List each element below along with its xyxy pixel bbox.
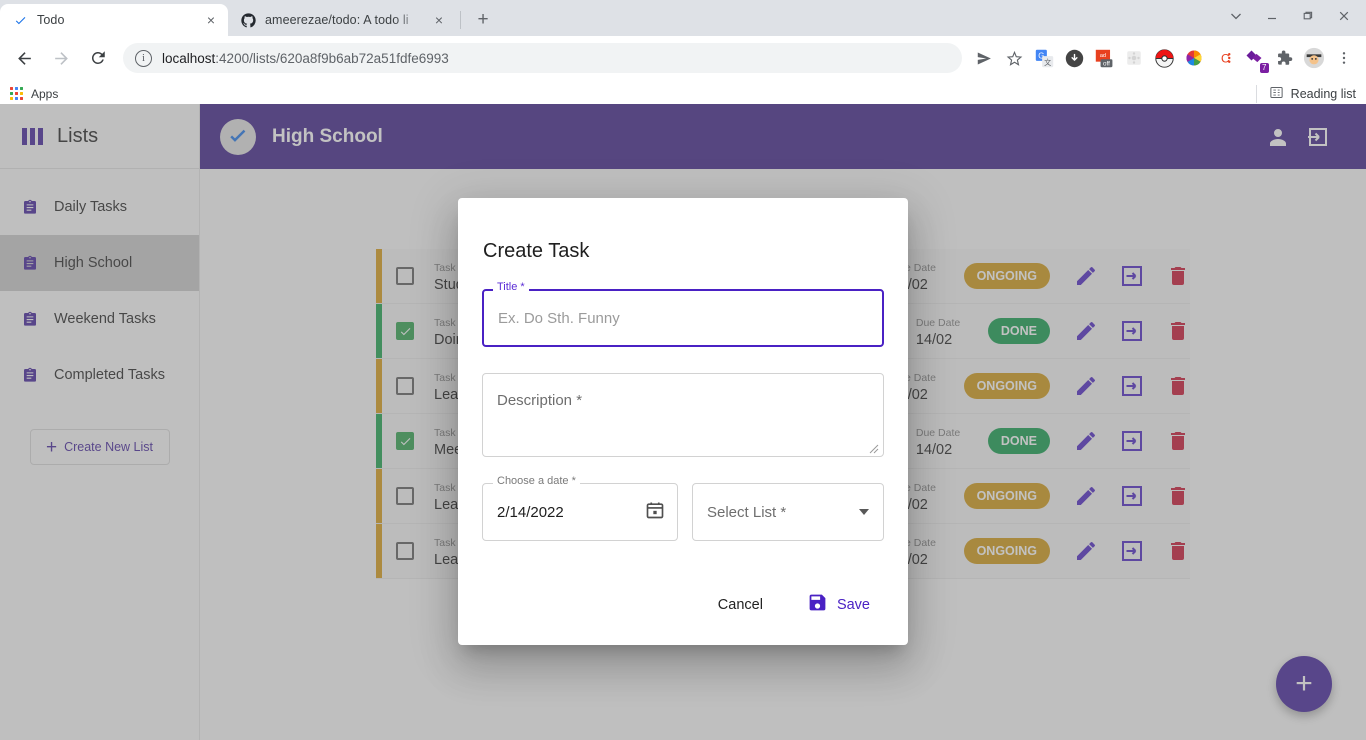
minimize-button[interactable] [1254, 0, 1290, 32]
close-window-button[interactable] [1326, 0, 1362, 32]
save-button[interactable]: Save [793, 584, 884, 625]
svg-text:文: 文 [1044, 57, 1051, 66]
reload-button[interactable] [82, 42, 114, 74]
window-controls [1218, 0, 1366, 36]
floppy-save-icon [807, 592, 828, 617]
google-translate-icon[interactable]: G文 [1030, 44, 1058, 72]
browser-toolbar: i localhost:4200/lists/620a8f9b6ab72a51f… [0, 36, 1366, 80]
description-field-wrapper: Description * [482, 373, 884, 457]
date-and-list-row: 2/14/2022 Choose a date * Select List * [482, 476, 884, 541]
tab-divider [460, 11, 461, 29]
svg-text:ad: ad [1099, 52, 1105, 58]
date-input-outline[interactable]: 2/14/2022 [482, 483, 678, 541]
extensions-puzzle-icon[interactable] [1270, 44, 1298, 72]
description-textarea[interactable]: Description * [483, 374, 883, 456]
close-icon[interactable]: × [202, 11, 220, 29]
color-wheel-icon[interactable] [1180, 44, 1208, 72]
pokeball-icon[interactable] [1150, 44, 1178, 72]
apps-grid-icon [10, 87, 23, 100]
description-placeholder: Description * [497, 392, 583, 409]
reading-list-button[interactable]: Reading list [1255, 84, 1356, 103]
address-bar[interactable]: i localhost:4200/lists/620a8f9b6ab72a51f… [123, 43, 962, 73]
badge-count: 7 [1259, 63, 1269, 73]
chevron-down-icon[interactable] [859, 509, 869, 515]
save-label: Save [836, 596, 870, 613]
adblock-off-icon[interactable]: ad off [1090, 44, 1118, 72]
forward-button [45, 42, 77, 74]
title-field-wrapper: Ex. Do Sth. Funny Title * [482, 282, 884, 347]
reading-list-label: Reading list [1290, 86, 1356, 101]
maximize-button[interactable] [1290, 0, 1326, 32]
select-list-dropdown[interactable]: Select List * [693, 484, 883, 540]
tab-title: ameerezae/todo: A todo li [265, 13, 409, 27]
check-favicon [12, 12, 28, 28]
pocket-icon[interactable] [1060, 44, 1088, 72]
title-input[interactable]: Ex. Do Sth. Funny [484, 291, 882, 345]
dialog-heading: Create Task [483, 240, 590, 262]
apps-label: Apps [31, 86, 59, 101]
close-icon[interactable]: × [430, 11, 448, 29]
browser-window: Todo × ameerezae/todo: A todo li × + i l… [0, 0, 1366, 740]
github-favicon [240, 12, 256, 28]
tab-strip: Todo × ameerezae/todo: A todo li × + [0, 0, 1366, 36]
purple-badge-icon[interactable]: 7 [1240, 44, 1269, 73]
chrome-menu-icon[interactable] [1330, 44, 1358, 72]
puzzle-grey-icon[interactable] [1120, 44, 1148, 72]
clickup-icon[interactable]: C [1210, 44, 1238, 72]
url-path: :4200/lists/620a8f9b6ab72a51fdfe6993 [215, 50, 449, 66]
star-icon[interactable] [1000, 44, 1028, 72]
title-field-label: Title * [493, 282, 529, 293]
svg-text:off: off [1103, 60, 1110, 67]
url-text: localhost:4200/lists/620a8f9b6ab72a51fdf… [162, 51, 449, 66]
send-icon[interactable] [970, 44, 998, 72]
select-list-outline[interactable]: Select List * [692, 483, 884, 541]
profile-avatar-icon[interactable] [1300, 44, 1328, 72]
calendar-icon[interactable] [645, 500, 665, 525]
date-field-wrapper: 2/14/2022 Choose a date * [482, 476, 678, 541]
url-host: localhost [162, 50, 216, 66]
description-textarea-outline[interactable]: Description * [482, 373, 884, 457]
select-list-wrapper: Select List * [692, 483, 884, 541]
dialog-actions: Cancel Save [704, 584, 884, 625]
reading-list-icon [1269, 85, 1284, 103]
back-button[interactable] [8, 42, 40, 74]
create-task-dialog: Create Task Ex. Do Sth. Funny Title * De… [458, 198, 908, 645]
date-value: 2/14/2022 [497, 503, 564, 521]
title-input-outline[interactable]: Ex. Do Sth. Funny [482, 289, 884, 347]
new-tab-button[interactable]: + [469, 6, 497, 34]
tab-search-chevron-icon[interactable] [1218, 0, 1254, 32]
site-info-icon[interactable]: i [135, 49, 152, 67]
date-input[interactable]: 2/14/2022 [483, 484, 677, 540]
browser-tab-todo[interactable]: Todo × [0, 4, 228, 36]
browser-tab-github[interactable]: ameerezae/todo: A todo li × [228, 4, 456, 36]
cancel-button[interactable]: Cancel [704, 589, 777, 621]
apps-shortcut[interactable]: Apps [10, 87, 58, 101]
resize-grip-icon[interactable] [868, 441, 879, 454]
date-field-label: Choose a date * [493, 476, 580, 487]
tab-title: Todo [37, 13, 65, 27]
select-list-value: Select List * [707, 503, 787, 521]
